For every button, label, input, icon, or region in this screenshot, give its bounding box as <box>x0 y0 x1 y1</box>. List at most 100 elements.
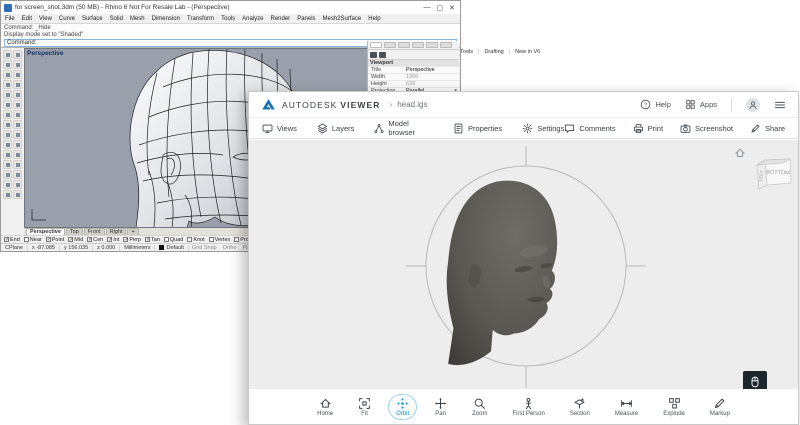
panel-tab-notes[interactable] <box>440 42 452 48</box>
close-button[interactable]: ✕ <box>449 4 455 12</box>
rhino-tool-icon[interactable] <box>3 90 12 99</box>
menu-mesh[interactable]: Mesh <box>130 16 145 22</box>
toolbar-tab-drafting[interactable]: Drafting <box>484 49 503 55</box>
viewcube-home-icon[interactable] <box>734 147 746 159</box>
viewport-tab-perspective[interactable]: Perspective <box>26 228 65 235</box>
status-toggle-grid-snap[interactable]: Grid Snap <box>189 245 220 251</box>
menu-mesh2surface[interactable]: Mesh2Surface <box>323 16 362 22</box>
user-avatar[interactable] <box>746 98 760 112</box>
menu-view[interactable]: View <box>39 16 52 22</box>
rhino-tool-icon[interactable] <box>13 80 22 89</box>
toolbar-item-print[interactable]: Print <box>633 123 663 134</box>
viewport-tab-front[interactable]: Front <box>84 228 105 235</box>
rhino-tool-icon[interactable] <box>3 180 12 189</box>
osnap-int[interactable]: ✓Int <box>107 237 119 243</box>
rhino-tool-icon[interactable] <box>13 90 22 99</box>
toolbar-item-settings[interactable]: Settings <box>522 119 564 137</box>
rhino-tool-icon[interactable] <box>13 50 22 59</box>
dock-tool-measure[interactable]: Measure <box>607 394 646 420</box>
checkbox[interactable]: ✓ <box>123 237 128 242</box>
dock-tool-zoom[interactable]: Zoom <box>464 394 495 420</box>
menu-help[interactable]: Help <box>368 16 380 22</box>
osnap-near[interactable]: Near <box>24 237 42 243</box>
rhino-tool-icon[interactable] <box>13 100 22 109</box>
rhino-tool-icon[interactable] <box>13 150 22 159</box>
osnap-vertex[interactable]: Vertex <box>209 237 231 243</box>
rhino-tool-icon[interactable] <box>13 70 22 79</box>
rhino-tool-icon[interactable] <box>3 190 12 199</box>
rhino-tool-icon[interactable] <box>3 60 12 69</box>
dock-tool-fit[interactable]: Fit <box>350 394 379 420</box>
checkbox[interactable] <box>187 237 192 242</box>
rhino-tool-icon[interactable] <box>3 170 12 179</box>
rhino-tool-icon[interactable] <box>3 110 12 119</box>
rhino-tool-icon[interactable] <box>3 80 12 89</box>
dock-tool-pan[interactable]: Pan <box>426 394 455 420</box>
rhino-tool-icon[interactable] <box>3 120 12 129</box>
toolbar-item-layers[interactable]: Layers <box>317 119 355 137</box>
view-cube[interactable]: BOTTOM LEFT <box>752 152 794 196</box>
checkbox[interactable] <box>209 237 214 242</box>
hamburger-menu-icon[interactable] <box>774 99 786 111</box>
menu-dimension[interactable]: Dimension <box>152 16 180 22</box>
rhino-tool-icon[interactable] <box>3 160 12 169</box>
panel-tab-libraries[interactable] <box>426 42 438 48</box>
menu-file[interactable]: File <box>5 16 15 22</box>
osnap-point[interactable]: ✓Point <box>46 237 65 243</box>
menu-curve[interactable]: Curve <box>59 16 75 22</box>
dock-tool-home[interactable]: Home <box>309 394 341 420</box>
menu-panels[interactable]: Panels <box>297 16 315 22</box>
menu-render[interactable]: Render <box>271 16 291 22</box>
property-value[interactable]: Perspective <box>406 67 459 73</box>
toolbar-item-share[interactable]: Share <box>750 123 785 134</box>
rhino-tool-icon[interactable] <box>3 150 12 159</box>
osnap-tan[interactable]: ✓Tan <box>145 237 160 243</box>
checkbox[interactable]: ✓ <box>4 237 9 242</box>
viewport-tab-top[interactable]: Top <box>66 228 83 235</box>
rhino-tool-icon[interactable] <box>3 50 12 59</box>
checkbox[interactable]: ✓ <box>68 237 73 242</box>
menu-analyze[interactable]: Analyze <box>242 16 263 22</box>
toolbar-item-properties[interactable]: Properties <box>453 119 502 137</box>
minimize-button[interactable]: — <box>424 4 431 12</box>
dock-tool-markup[interactable]: Markup <box>702 394 738 420</box>
rhino-tool-icon[interactable] <box>3 70 12 79</box>
rhino-tool-icon[interactable] <box>13 180 22 189</box>
panel-tab-help[interactable] <box>412 42 424 48</box>
checkbox[interactable]: ✓ <box>46 237 51 242</box>
checkbox[interactable]: ✓ <box>107 237 112 242</box>
toolbar-tab-new-in-v6[interactable]: New in V6 <box>515 49 540 55</box>
checkbox[interactable]: ✓ <box>145 237 150 242</box>
checkbox[interactable] <box>164 237 169 242</box>
osnap-knot[interactable]: Knot <box>187 237 204 243</box>
osnap-mid[interactable]: ✓Mid <box>68 237 83 243</box>
maximize-button[interactable]: ▢ <box>437 4 444 12</box>
breadcrumb-file-name[interactable]: head.igs <box>397 100 427 109</box>
osnap-perp[interactable]: ✓Perp <box>123 237 141 243</box>
panel-tab-layers[interactable] <box>384 42 396 48</box>
dock-tool-orbit[interactable]: Orbit <box>388 394 417 420</box>
checkbox[interactable] <box>234 237 239 242</box>
help-button[interactable]: ? Help <box>640 99 670 110</box>
dock-tool-first-person[interactable]: First Person <box>504 394 552 420</box>
rhino-tool-icon[interactable] <box>3 130 12 139</box>
viewport-title-label[interactable]: Perspective <box>27 50 64 57</box>
menu-tools[interactable]: Tools <box>221 16 235 22</box>
toolbar-item-model-browser[interactable]: Model browser <box>374 119 433 137</box>
rhino-tool-icon[interactable] <box>3 100 12 109</box>
apps-button[interactable]: Apps <box>685 99 717 110</box>
rhino-tool-icon[interactable] <box>13 170 22 179</box>
dock-tool-explode[interactable]: Explode <box>655 394 693 420</box>
checkbox[interactable] <box>24 237 29 242</box>
checkbox[interactable]: ✓ <box>87 237 92 242</box>
menu-transform[interactable]: Transform <box>187 16 214 22</box>
toolbar-item-comments[interactable]: Comments <box>564 123 615 134</box>
rhino-tool-icon[interactable] <box>13 140 22 149</box>
rhino-tool-icon[interactable] <box>13 110 22 119</box>
rhino-tool-icon[interactable] <box>13 160 22 169</box>
rhino-tool-icon[interactable] <box>3 140 12 149</box>
mouse-settings-button[interactable] <box>743 371 767 389</box>
menu-solid[interactable]: Solid <box>110 16 123 22</box>
menu-surface[interactable]: Surface <box>82 16 103 22</box>
viewer-canvas[interactable]: BOTTOM LEFT <box>249 140 798 389</box>
